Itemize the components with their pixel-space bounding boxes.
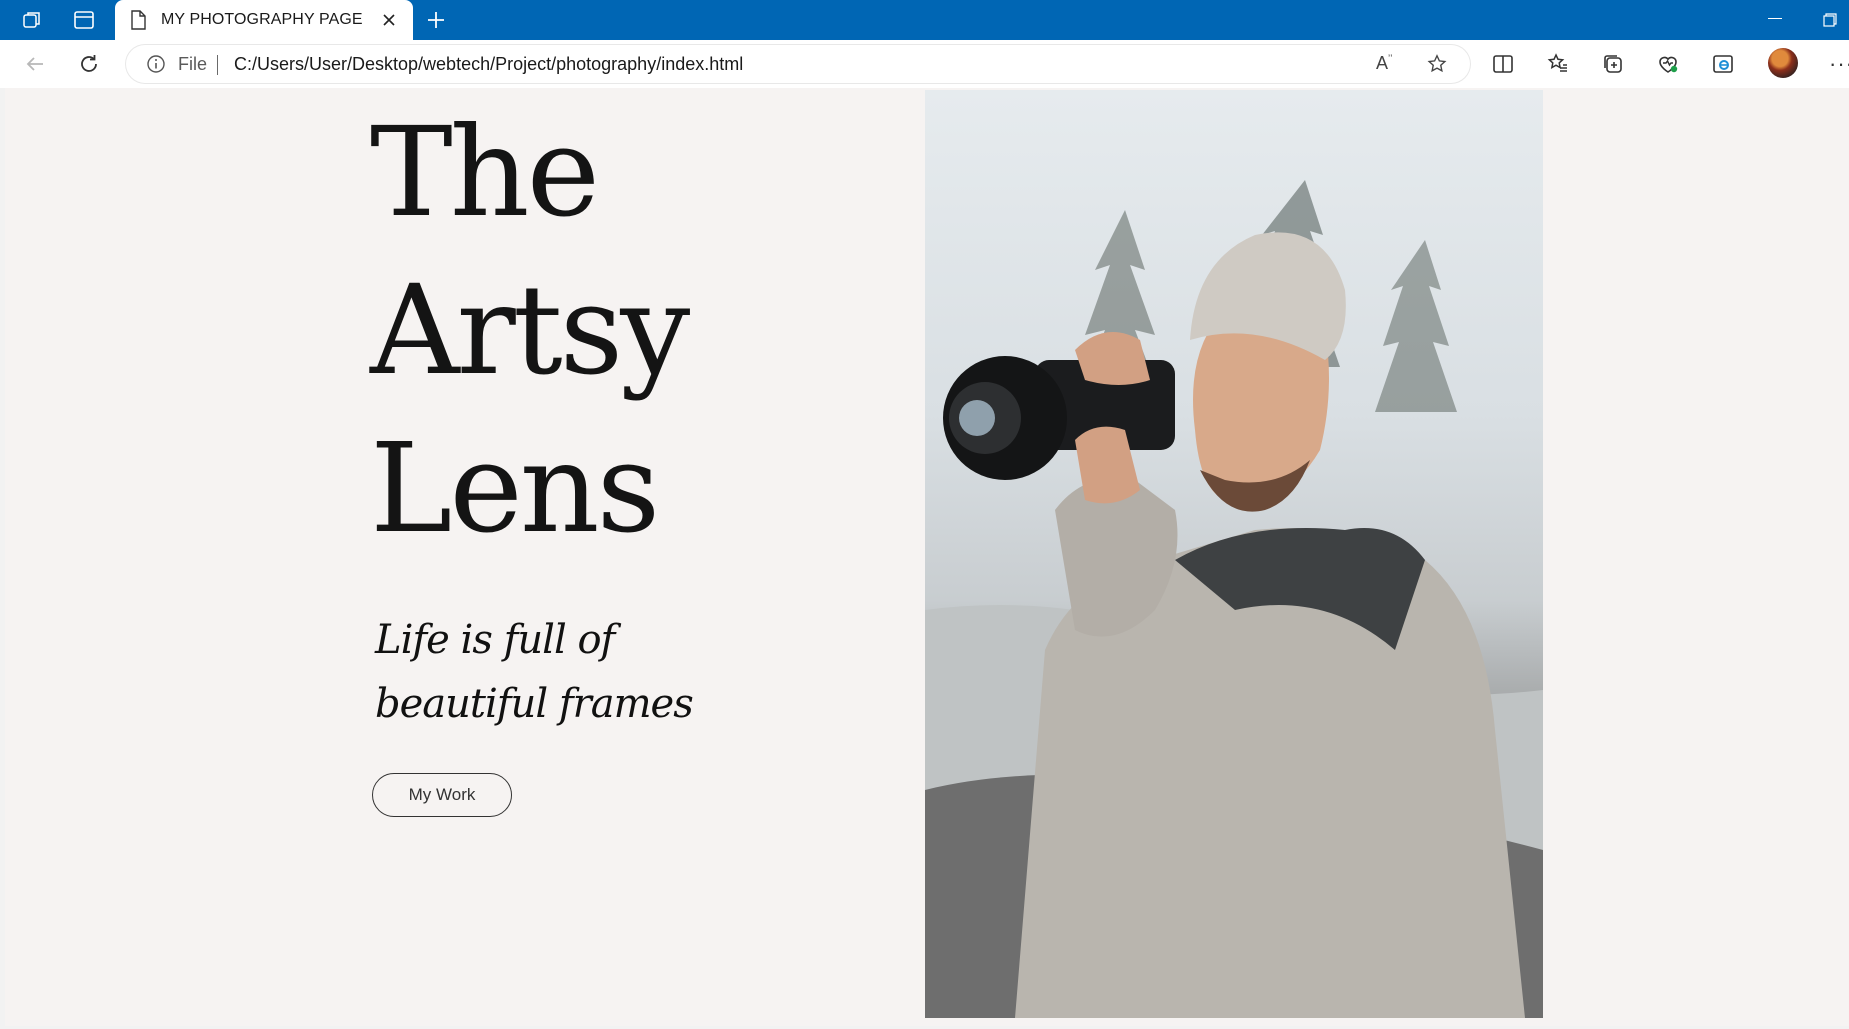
url-text[interactable]: C:/Users/User/Desktop/webtech/Project/ph… bbox=[234, 54, 743, 75]
collections-icon[interactable] bbox=[1601, 52, 1625, 76]
photographer-image bbox=[925, 180, 1543, 1018]
minimize-icon[interactable] bbox=[1768, 18, 1782, 19]
site-title: The Artsy Lens bbox=[370, 94, 690, 568]
hero-photo bbox=[925, 90, 1543, 1018]
browser-essentials-icon[interactable] bbox=[1656, 52, 1680, 76]
browser-toolbar: File C:/Users/User/Desktop/webtech/Proje… bbox=[0, 40, 1849, 88]
refresh-icon[interactable] bbox=[77, 52, 101, 76]
settings-more-icon[interactable]: ··· bbox=[1829, 51, 1849, 77]
scheme-label: File bbox=[178, 54, 208, 74]
info-icon[interactable] bbox=[146, 54, 166, 74]
split-screen-icon[interactable] bbox=[1491, 52, 1515, 76]
page-viewport: The Artsy Lens Life is full of beautiful… bbox=[5, 88, 1849, 1026]
profile-avatar[interactable] bbox=[1768, 48, 1798, 78]
tab-actions-icon[interactable] bbox=[72, 8, 96, 32]
workspaces-icon[interactable] bbox=[20, 8, 44, 32]
new-tab-icon[interactable] bbox=[424, 8, 448, 32]
title-line: The bbox=[370, 101, 600, 245]
restore-icon[interactable] bbox=[1823, 13, 1837, 27]
address-separator bbox=[217, 55, 218, 75]
title-line: Artsy bbox=[370, 259, 690, 403]
tab-title: MY PHOTOGRAPHY PAGE bbox=[161, 11, 363, 28]
back-icon[interactable] bbox=[23, 52, 47, 76]
add-favorite-icon[interactable] bbox=[1426, 53, 1448, 75]
favorites-icon[interactable] bbox=[1546, 52, 1570, 76]
close-tab-icon[interactable] bbox=[379, 10, 399, 30]
browser-title-bar: MY PHOTOGRAPHY PAGE bbox=[0, 0, 1849, 40]
active-tab[interactable]: MY PHOTOGRAPHY PAGE bbox=[115, 0, 413, 40]
ie-mode-icon[interactable] bbox=[1711, 52, 1735, 76]
tagline: Life is full of beautiful frames bbox=[375, 617, 694, 727]
title-line: Lens bbox=[370, 417, 660, 561]
page-icon bbox=[131, 10, 146, 30]
my-work-button[interactable]: My Work bbox=[372, 773, 512, 817]
address-bar[interactable]: File C:/Users/User/Desktop/webtech/Proje… bbox=[126, 45, 1470, 83]
read-aloud-icon[interactable]: Aʼʼ bbox=[1376, 53, 1392, 74]
